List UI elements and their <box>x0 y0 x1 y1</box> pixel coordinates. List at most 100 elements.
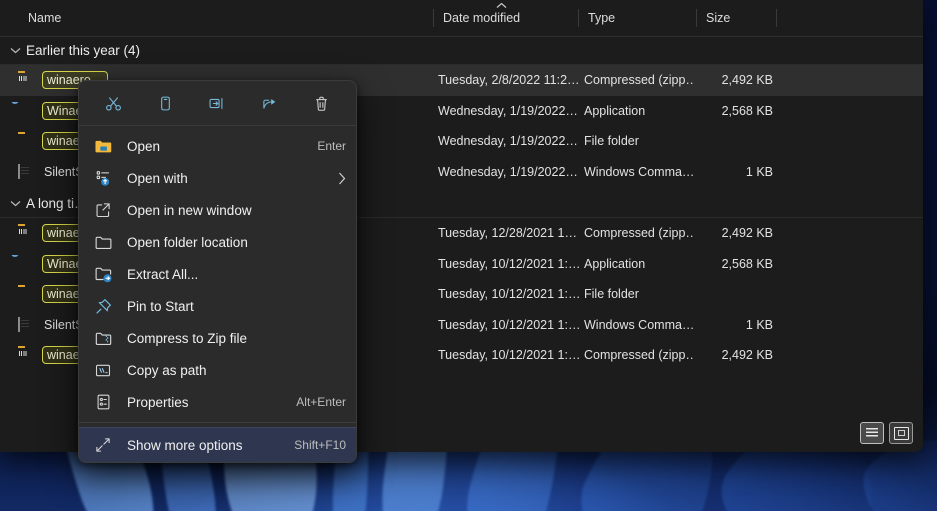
menu-item-label: Open <box>127 139 317 154</box>
tile-view-icon <box>894 427 909 440</box>
menu-item-show-more-options[interactable]: Show more options Shift+F10 <box>79 428 356 462</box>
view-toggle-group <box>860 422 913 444</box>
menu-item-label: Open in new window <box>127 203 346 218</box>
row-type-cell: Compressed (zipp… <box>580 226 693 240</box>
row-date-cell: Wednesday, 1/19/2022… <box>435 104 580 118</box>
row-type-cell: Windows Comma… <box>580 318 693 332</box>
column-header-bar: Name Date modified Type Size <box>0 0 923 37</box>
column-header-name-label: Name <box>28 11 61 25</box>
properties-icon <box>93 392 113 412</box>
context-menu-footer: Show more options Shift+F10 <box>79 427 356 462</box>
menu-item-label: Extract All... <box>127 267 346 282</box>
row-date-cell: Tuesday, 12/28/2021 1… <box>435 226 580 240</box>
row-size-cell: 2,492 KB <box>693 226 773 240</box>
rename-button[interactable] <box>199 88 235 118</box>
column-divider <box>776 9 777 27</box>
row-date-cell: Tuesday, 10/12/2021 1:… <box>435 348 580 362</box>
new-window-icon <box>93 200 113 220</box>
context-menu-toolbar <box>79 81 356 126</box>
extract-icon <box>93 264 113 284</box>
context-menu-items: Open Enter Open with <box>79 126 356 423</box>
row-date-cell: Tuesday, 10/12/2021 1:… <box>435 257 580 271</box>
copy-icon <box>157 95 174 112</box>
row-date-cell: Tuesday, 2/8/2022 11:2… <box>435 73 580 87</box>
folder-open-icon <box>93 136 113 156</box>
menu-item-copy-as-path[interactable]: Copy as path <box>79 354 356 386</box>
menu-item-label: Properties <box>127 395 296 410</box>
row-type-cell: Application <box>580 104 693 118</box>
row-date-cell: Tuesday, 10/12/2021 1:… <box>435 287 580 301</box>
menu-item-open-with[interactable]: Open with <box>79 162 356 194</box>
menu-item-open-in-new-window[interactable]: Open in new window <box>79 194 356 226</box>
menu-item-extract-all[interactable]: Extract All... <box>79 258 356 290</box>
chevron-down-icon[interactable] <box>10 200 26 207</box>
folder-icon <box>18 286 34 302</box>
row-size-cell: 2,492 KB <box>693 348 773 362</box>
command-script-icon <box>18 164 34 180</box>
column-header-name[interactable]: Name <box>18 0 433 36</box>
menu-item-pin-to-start[interactable]: Pin to Start <box>79 290 356 322</box>
chevron-up-icon <box>496 2 507 9</box>
row-type-cell: Compressed (zipp… <box>580 73 693 87</box>
copy-button[interactable] <box>147 88 183 118</box>
menu-divider <box>79 422 356 423</box>
row-date-cell: Wednesday, 1/19/2022… <box>435 134 580 148</box>
large-icons-view-button[interactable] <box>889 422 913 444</box>
row-date-cell: Tuesday, 10/12/2021 1:… <box>435 318 580 332</box>
delete-button[interactable] <box>304 88 340 118</box>
share-icon <box>261 95 279 112</box>
menu-item-open-folder-location[interactable]: Open folder location <box>79 226 356 258</box>
row-type-cell: Application <box>580 257 693 271</box>
column-header-spacer <box>776 0 816 36</box>
context-menu[interactable]: Open Enter Open with <box>78 80 357 463</box>
row-size-cell: 1 KB <box>693 165 773 179</box>
details-view-button[interactable] <box>860 422 884 444</box>
list-view-icon <box>866 428 878 438</box>
scissors-icon <box>105 95 122 112</box>
menu-item-label: Open with <box>127 171 330 186</box>
expand-icon <box>93 435 113 455</box>
zip-folder-icon <box>18 347 34 363</box>
share-button[interactable] <box>252 88 288 118</box>
column-header-type-label: Type <box>588 11 615 25</box>
folder-outline-icon <box>93 232 113 252</box>
column-divider <box>578 9 579 27</box>
row-type-cell: Windows Comma… <box>580 165 693 179</box>
menu-item-label: Compress to Zip file <box>127 331 346 346</box>
row-date-cell: Wednesday, 1/19/2022… <box>435 165 580 179</box>
chevron-right-icon <box>338 172 346 185</box>
zip-folder-icon <box>18 225 34 241</box>
path-icon <box>93 360 113 380</box>
menu-item-open[interactable]: Open Enter <box>79 130 356 162</box>
row-type-cell: Compressed (zipp… <box>580 348 693 362</box>
screen: Name Date modified Type Size <box>0 0 937 511</box>
rename-icon <box>208 95 226 112</box>
command-script-icon <box>18 317 34 333</box>
row-size-cell: 2,492 KB <box>693 73 773 87</box>
column-header-size-label: Size <box>706 11 730 25</box>
folder-icon <box>18 133 34 149</box>
cut-button[interactable] <box>95 88 131 118</box>
row-size-cell: 1 KB <box>693 318 773 332</box>
row-type-cell: File folder <box>580 287 693 301</box>
row-size-cell: 2,568 KB <box>693 257 773 271</box>
group-header-earlier-this-year[interactable]: Earlier this year (4) <box>0 36 923 65</box>
menu-item-accel: Alt+Enter <box>296 395 346 409</box>
zip-icon <box>93 328 113 348</box>
column-divider <box>433 9 434 27</box>
row-size-cell: 2,568 KB <box>693 104 773 118</box>
chevron-down-icon[interactable] <box>10 47 26 54</box>
menu-item-compress-to-zip[interactable]: Compress to Zip file <box>79 322 356 354</box>
column-header-size[interactable]: Size <box>696 0 776 36</box>
trash-icon <box>313 95 330 112</box>
column-header-type[interactable]: Type <box>578 0 696 36</box>
zip-folder-icon <box>18 72 34 88</box>
application-icon <box>18 256 34 272</box>
row-type-cell: File folder <box>580 134 693 148</box>
menu-item-properties[interactable]: Properties Alt+Enter <box>79 386 356 418</box>
column-header-date-label: Date modified <box>443 11 520 25</box>
open-with-icon <box>93 168 113 188</box>
application-icon <box>18 103 34 119</box>
menu-item-label: Open folder location <box>127 235 346 250</box>
column-header-date-modified[interactable]: Date modified <box>433 0 578 36</box>
